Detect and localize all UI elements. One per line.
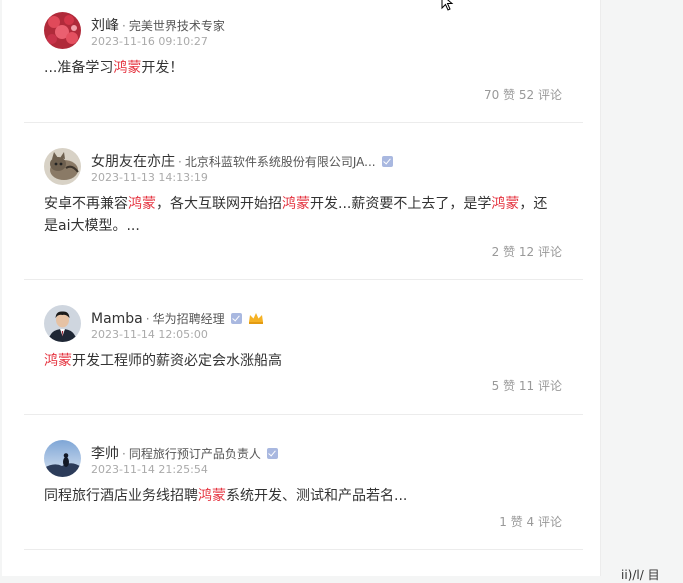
crown-icon: [248, 309, 264, 328]
author-title: 完美世界技术专家: [128, 19, 225, 33]
post-time: 2023-11-14 12:05:00: [91, 328, 208, 341]
avatar-man-suit[interactable]: [44, 305, 81, 342]
separator-dot: ·: [122, 447, 126, 461]
like-count[interactable]: 2 赞: [492, 245, 515, 259]
stats: 5 赞 11 评论: [492, 377, 562, 394]
comment-count[interactable]: 52 评论: [519, 88, 562, 102]
text-segment: 安卓不再兼容: [44, 196, 128, 212]
avatar-landscape[interactable]: [44, 440, 81, 477]
separator-dot: ·: [178, 155, 182, 169]
verified-icon: [381, 156, 393, 167]
keyword-highlight: 鸿蒙: [282, 196, 310, 212]
keyword-highlight: 鸿蒙: [113, 60, 142, 76]
mouse-cursor-icon: [441, 0, 457, 16]
comment-count[interactable]: 11 评论: [519, 379, 562, 393]
author-line: 刘峰 · 完美世界技术专家: [91, 15, 225, 35]
comment-text: 鸿蒙开发工程师的薪资必定会水涨船高: [44, 350, 554, 372]
author-line: 李帅 · 同程旅行预订产品负责人: [91, 443, 278, 463]
stats: 2 赞 12 评论: [492, 243, 562, 260]
author-name[interactable]: 女朋友在亦庄: [91, 154, 175, 170]
text-segment: 同程旅行酒店业务线招聘: [44, 488, 198, 504]
comment-item: 女朋友在亦庄 · 北京科蓝软件系统股份有限公司JA... 2023-11-13 14…: [24, 123, 583, 280]
separator-dot: ·: [122, 19, 126, 33]
post-time: 2023-11-14 21:25:54: [91, 463, 208, 476]
author-line: Mamba · 华为招聘经理: [91, 308, 264, 328]
stats: 70 赞 52 评论: [484, 86, 562, 103]
separator-dot: ·: [145, 312, 150, 326]
comment-count[interactable]: 12 评论: [519, 245, 562, 259]
author-title: 同程旅行预订产品负责人: [128, 447, 261, 461]
verified-icon: [266, 448, 278, 459]
text-segment: 开发工程师的薪资必定会水涨船高: [72, 353, 282, 369]
text-segment: 开发！: [141, 60, 184, 76]
side-text-fragment: ii)/l/ 目: [621, 568, 660, 582]
stats: 1 赞 4 评论: [499, 513, 562, 530]
author-name[interactable]: Mamba: [91, 311, 143, 327]
text-segment: ...准备学习: [44, 60, 114, 76]
divider: [24, 549, 583, 550]
keyword-highlight: 鸿蒙: [44, 353, 72, 369]
author-name[interactable]: 刘峰: [91, 18, 119, 34]
text-segment: 系统开发、测试和产品若名...: [226, 488, 408, 504]
comment-item: 刘峰 · 完美世界技术专家 2023-11-16 09:10:27 ...准备学习鸿…: [24, 0, 583, 124]
post-time: 2023-11-16 09:10:27: [91, 35, 208, 48]
comment-text: 安卓不再兼容鸿蒙，各大互联网开始招鸿蒙开发...薪资要不上去了，是学鸿蒙，还是a…: [44, 193, 554, 237]
verified-icon: [230, 313, 242, 324]
author-title: 北京科蓝软件系统股份有限公司JA...: [184, 155, 376, 169]
comment-item: Mamba · 华为招聘经理 2023-11-14 12:05:00 鸿蒙开发工程师…: [24, 280, 583, 415]
text-segment: 开发...薪资要不上去了，是学: [310, 196, 492, 212]
keyword-highlight: 鸿蒙: [491, 196, 520, 212]
comment-count[interactable]: 4 评论: [527, 515, 562, 529]
comments-panel: 刘峰 · 完美世界技术专家 2023-11-16 09:10:27 ...准备学习鸿…: [2, 0, 601, 576]
keyword-highlight: 鸿蒙: [128, 196, 156, 212]
keyword-highlight: 鸿蒙: [198, 488, 226, 504]
author-name[interactable]: 李帅: [91, 446, 119, 462]
author-line: 女朋友在亦庄 · 北京科蓝软件系统股份有限公司JA...: [91, 151, 393, 171]
text-segment: ，各大互联网开始招: [156, 196, 282, 212]
post-time: 2023-11-13 14:13:19: [91, 171, 208, 184]
author-title: 华为招聘经理: [152, 312, 225, 326]
comment-text: 同程旅行酒店业务线招聘鸿蒙系统开发、测试和产品若名...: [44, 485, 554, 507]
comment-text: ...准备学习鸿蒙开发！: [44, 57, 554, 79]
like-count[interactable]: 70 赞: [484, 88, 515, 102]
avatar-flowers[interactable]: [44, 12, 81, 49]
like-count[interactable]: 5 赞: [492, 379, 515, 393]
avatar-cat[interactable]: [44, 148, 81, 185]
comment-item: 李帅 · 同程旅行预订产品负责人 2023-11-14 21:25:54 同程旅行酒…: [24, 415, 583, 551]
like-count[interactable]: 1 赞: [499, 515, 522, 529]
